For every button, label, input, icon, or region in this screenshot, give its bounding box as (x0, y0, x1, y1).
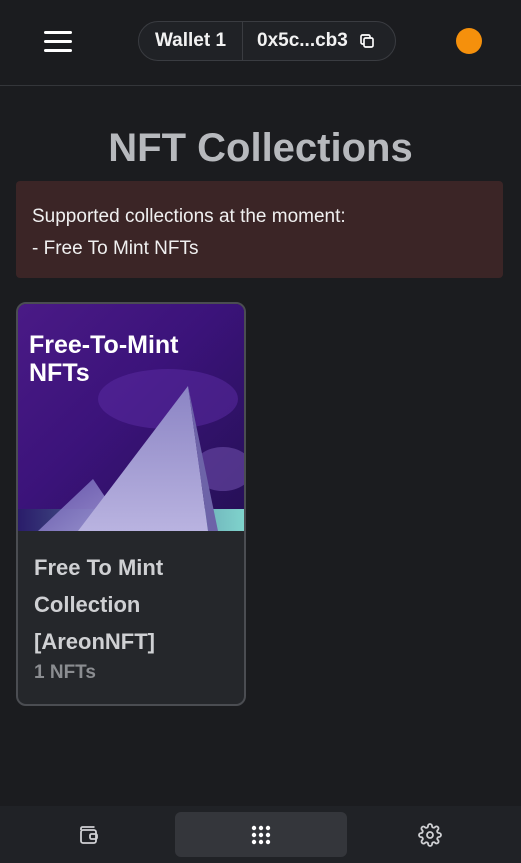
notice-line: - Free To Mint NFTs (32, 238, 199, 259)
nav-collections-button[interactable] (175, 812, 347, 857)
hamburger-menu-icon[interactable] (40, 24, 76, 58)
menu-line (44, 48, 72, 52)
cover-image-text: Free-To-Mint (29, 331, 179, 359)
bottom-navigation (0, 806, 521, 863)
wallet-address-text: 0x5c...cb3 (257, 30, 348, 51)
cover-image-text: NFTs (29, 359, 90, 387)
nav-settings-button[interactable] (407, 812, 453, 857)
settings-gear-icon (418, 822, 442, 847)
wallet-address-button[interactable]: 0x5c...cb3 (243, 22, 395, 60)
notice-line: Supported collections at the moment: (32, 206, 346, 227)
menu-line (44, 39, 72, 43)
collection-cover-image: Free-To-Mint NFTs (18, 304, 244, 531)
wallet-icon (80, 825, 98, 844)
top-header: Wallet 1 0x5c...cb3 (0, 0, 521, 86)
supported-collections-notice: Supported collections at the moment: - F… (16, 181, 503, 278)
collection-card[interactable]: Free-To-Mint NFTs Free To Mint Collectio… (16, 302, 246, 706)
wallet-name-button[interactable]: Wallet 1 (139, 22, 243, 60)
menu-line (44, 30, 72, 34)
collection-card-body: Free To Mint Collection [AreonNFT] 1 NFT… (34, 549, 234, 684)
nav-wallet-button[interactable] (66, 812, 112, 857)
apps-grid-icon (251, 825, 271, 844)
collection-nft-count: 1 NFTs (34, 662, 96, 683)
wallet-selector: Wallet 1 0x5c...cb3 (138, 21, 396, 61)
copy-icon[interactable] (358, 32, 376, 50)
page-title: NFT Collections (108, 126, 413, 170)
network-status-indicator[interactable] (456, 28, 482, 54)
collection-title: Free To Mint Collection [AreonNFT] (34, 555, 164, 654)
